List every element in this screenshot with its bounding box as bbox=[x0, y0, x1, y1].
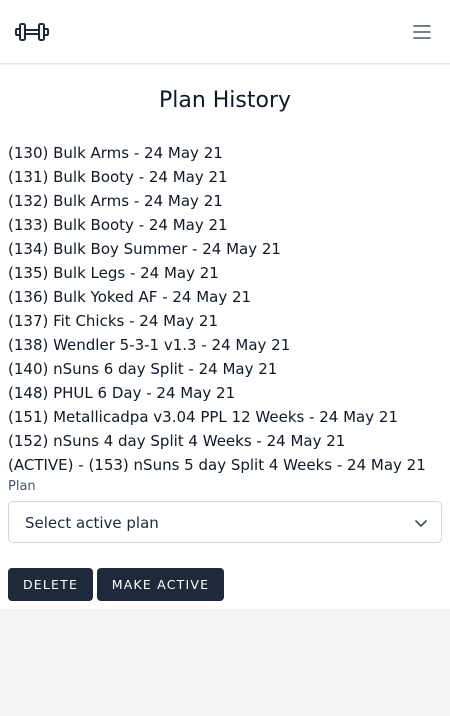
plan-history-item: (136) Bulk Yoked AF - 24 May 21 bbox=[8, 288, 252, 306]
plan-history-item: (133) Bulk Booty - 24 May 21 bbox=[8, 216, 228, 234]
plan-history-item: (134) Bulk Boy Summer - 24 May 21 bbox=[8, 240, 281, 258]
plan-history-item: (135) Bulk Legs - 24 May 21 bbox=[8, 264, 219, 282]
top-navbar bbox=[0, 0, 450, 64]
plan-select-value: Select active plan bbox=[25, 514, 159, 532]
plan-history-item: (151) Metallicadpa v3.04 PPL 12 Weeks - … bbox=[8, 408, 398, 426]
plan-history-item: (137) Fit Chicks - 24 May 21 bbox=[8, 312, 219, 330]
make-active-button[interactable]: Make Active bbox=[97, 568, 224, 601]
plan-history-item: (131) Bulk Booty - 24 May 21 bbox=[8, 168, 228, 186]
plan-history-item-active: (ACTIVE) - (153) nSuns 5 day Split 4 Wee… bbox=[8, 456, 426, 474]
plan-history-item: (130) Bulk Arms - 24 May 21 bbox=[8, 144, 223, 162]
chevron-down-icon bbox=[415, 520, 427, 527]
plan-history-item: (132) Bulk Arms - 24 May 21 bbox=[8, 192, 223, 210]
main-content: Plan History (130) Bulk Arms - 24 May 21… bbox=[0, 65, 450, 609]
hamburger-menu-icon[interactable] bbox=[412, 22, 432, 42]
dumbbell-icon[interactable] bbox=[15, 21, 49, 43]
page-title: Plan History bbox=[158, 88, 292, 113]
plan-history-list: (130) Bulk Arms - 24 May 21 (131) Bulk B… bbox=[8, 141, 426, 477]
plan-history-item: (140) nSuns 6 day Split - 24 May 21 bbox=[8, 360, 278, 378]
plan-select[interactable]: Select active plan bbox=[8, 501, 442, 543]
plan-history-item: (152) nSuns 4 day Split 4 Weeks - 24 May… bbox=[8, 432, 346, 450]
delete-button[interactable]: Delete bbox=[8, 568, 93, 601]
plan-history-item: (148) PHUL 6 Day - 24 May 21 bbox=[8, 384, 236, 402]
plan-field-label: Plan bbox=[8, 479, 36, 494]
plan-history-item: (138) Wendler 5-3-1 v1.3 - 24 May 21 bbox=[8, 336, 291, 354]
